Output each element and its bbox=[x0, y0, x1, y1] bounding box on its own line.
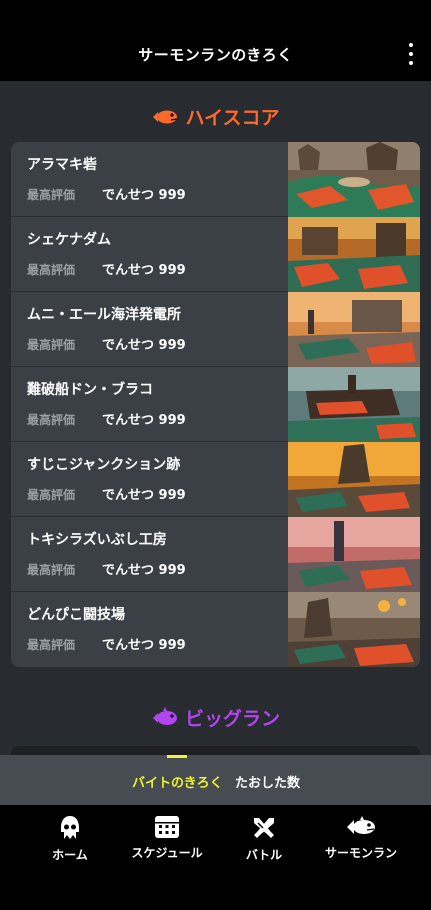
stage-row[interactable]: 難破船ドン・ブラコ 最高評価 でんせつ 999 bbox=[11, 367, 420, 442]
stage-name: アラマキ砦 bbox=[27, 157, 97, 173]
highscore-title: ハイスコア bbox=[185, 107, 280, 129]
stage-best-label: 最高評価 bbox=[27, 338, 76, 352]
bigrun-list bbox=[11, 746, 420, 755]
salmon-icon bbox=[347, 816, 375, 834]
stage-thumbnail bbox=[288, 517, 420, 592]
stage-name: トキシラズいぶし工房 bbox=[27, 532, 167, 548]
stage-name: どんぴこ闘技場 bbox=[27, 607, 125, 623]
nav-schedule[interactable]: スケジュール bbox=[117, 815, 217, 861]
stage-best-value: でんせつ 999 bbox=[102, 413, 186, 428]
stage-name: すじこジャンクション跡 bbox=[27, 457, 181, 473]
squid-home-icon bbox=[61, 816, 79, 839]
stage-row[interactable]: トキシラズいぶし工房 最高評価 でんせつ 999 bbox=[11, 517, 420, 592]
tab-defeated-count[interactable]: たおした数 bbox=[235, 772, 300, 791]
bottom-navigation: ホーム スケジュール バトル サーモンラン bbox=[0, 805, 431, 910]
stage-best-label: 最高評価 bbox=[27, 188, 76, 202]
stage-row[interactable]: シェケナダム 最高評価 でんせつ 999 bbox=[11, 217, 420, 292]
nav-salmon-run[interactable]: サーモンラン bbox=[311, 815, 411, 861]
stage-row[interactable]: ムニ・エール海洋発電所 最高評価 でんせつ 999 bbox=[11, 292, 420, 367]
bigrun-fish-icon bbox=[152, 706, 177, 725]
salmon-fish-icon bbox=[153, 110, 178, 123]
nav-battle[interactable]: バトル bbox=[214, 815, 314, 863]
nav-salmon-run-label: サーモンラン bbox=[324, 846, 397, 860]
stage-best-value: でんせつ 999 bbox=[102, 188, 186, 203]
top-app-bar: サーモンランのきろく bbox=[0, 0, 431, 81]
stage-best-value: でんせつ 999 bbox=[102, 263, 186, 278]
stage-row[interactable]: どんぴこ闘技場 最高評価 でんせつ 999 bbox=[11, 592, 420, 667]
stage-thumbnail bbox=[288, 592, 420, 667]
nav-schedule-label: スケジュール bbox=[131, 846, 203, 860]
record-tabs: バイトのきろく たおした数 bbox=[0, 755, 431, 805]
stage-best-label: 最高評価 bbox=[27, 413, 76, 427]
calendar-icon bbox=[155, 816, 179, 838]
stage-best-label: 最高評価 bbox=[27, 488, 76, 502]
stage-best-value: でんせつ 999 bbox=[102, 638, 186, 653]
highscore-header: ハイスコア bbox=[0, 103, 431, 130]
more-vert-icon[interactable] bbox=[405, 43, 417, 65]
main-content[interactable]: ハイスコア アラマキ砦 最高評価 でんせつ 999 シェケナダム 最高評価 でん… bbox=[0, 81, 431, 755]
stage-thumbnail bbox=[288, 367, 420, 442]
stage-best-label: 最高評価 bbox=[27, 263, 76, 277]
page-title: サーモンランのきろく bbox=[138, 46, 293, 64]
highscore-list: アラマキ砦 最高評価 でんせつ 999 シェケナダム 最高評価 でんせつ 999 bbox=[11, 142, 420, 667]
tab-work-record[interactable]: バイトのきろく bbox=[132, 772, 223, 791]
bigrun-title: ビッグラン bbox=[184, 708, 280, 730]
bigrun-header: ビッグラン bbox=[0, 704, 431, 731]
stage-best-label: 最高評価 bbox=[27, 638, 76, 652]
stage-thumbnail bbox=[288, 292, 420, 367]
stage-best-value: でんせつ 999 bbox=[102, 563, 186, 578]
stage-name: シェケナダム bbox=[27, 232, 111, 248]
nav-battle-label: バトル bbox=[245, 848, 283, 862]
stage-thumbnail bbox=[288, 442, 420, 517]
stage-best-value: でんせつ 999 bbox=[102, 338, 186, 353]
stage-row[interactable]: アラマキ砦 最高評価 でんせつ 999 bbox=[11, 142, 420, 217]
stage-thumbnail bbox=[288, 217, 420, 292]
stage-name: 難破船ドン・ブラコ bbox=[27, 382, 153, 398]
stage-best-label: 最高評価 bbox=[27, 563, 76, 577]
active-tab-indicator bbox=[167, 755, 187, 758]
crossed-weapons-icon bbox=[254, 818, 274, 838]
stage-best-value: でんせつ 999 bbox=[102, 488, 186, 503]
stage-row[interactable]: すじこジャンクション跡 最高評価 でんせつ 999 bbox=[11, 442, 420, 517]
nav-home[interactable]: ホーム bbox=[20, 815, 120, 863]
stage-thumbnail bbox=[288, 142, 420, 217]
stage-name: ムニ・エール海洋発電所 bbox=[27, 307, 181, 323]
nav-home-label: ホーム bbox=[52, 848, 88, 862]
